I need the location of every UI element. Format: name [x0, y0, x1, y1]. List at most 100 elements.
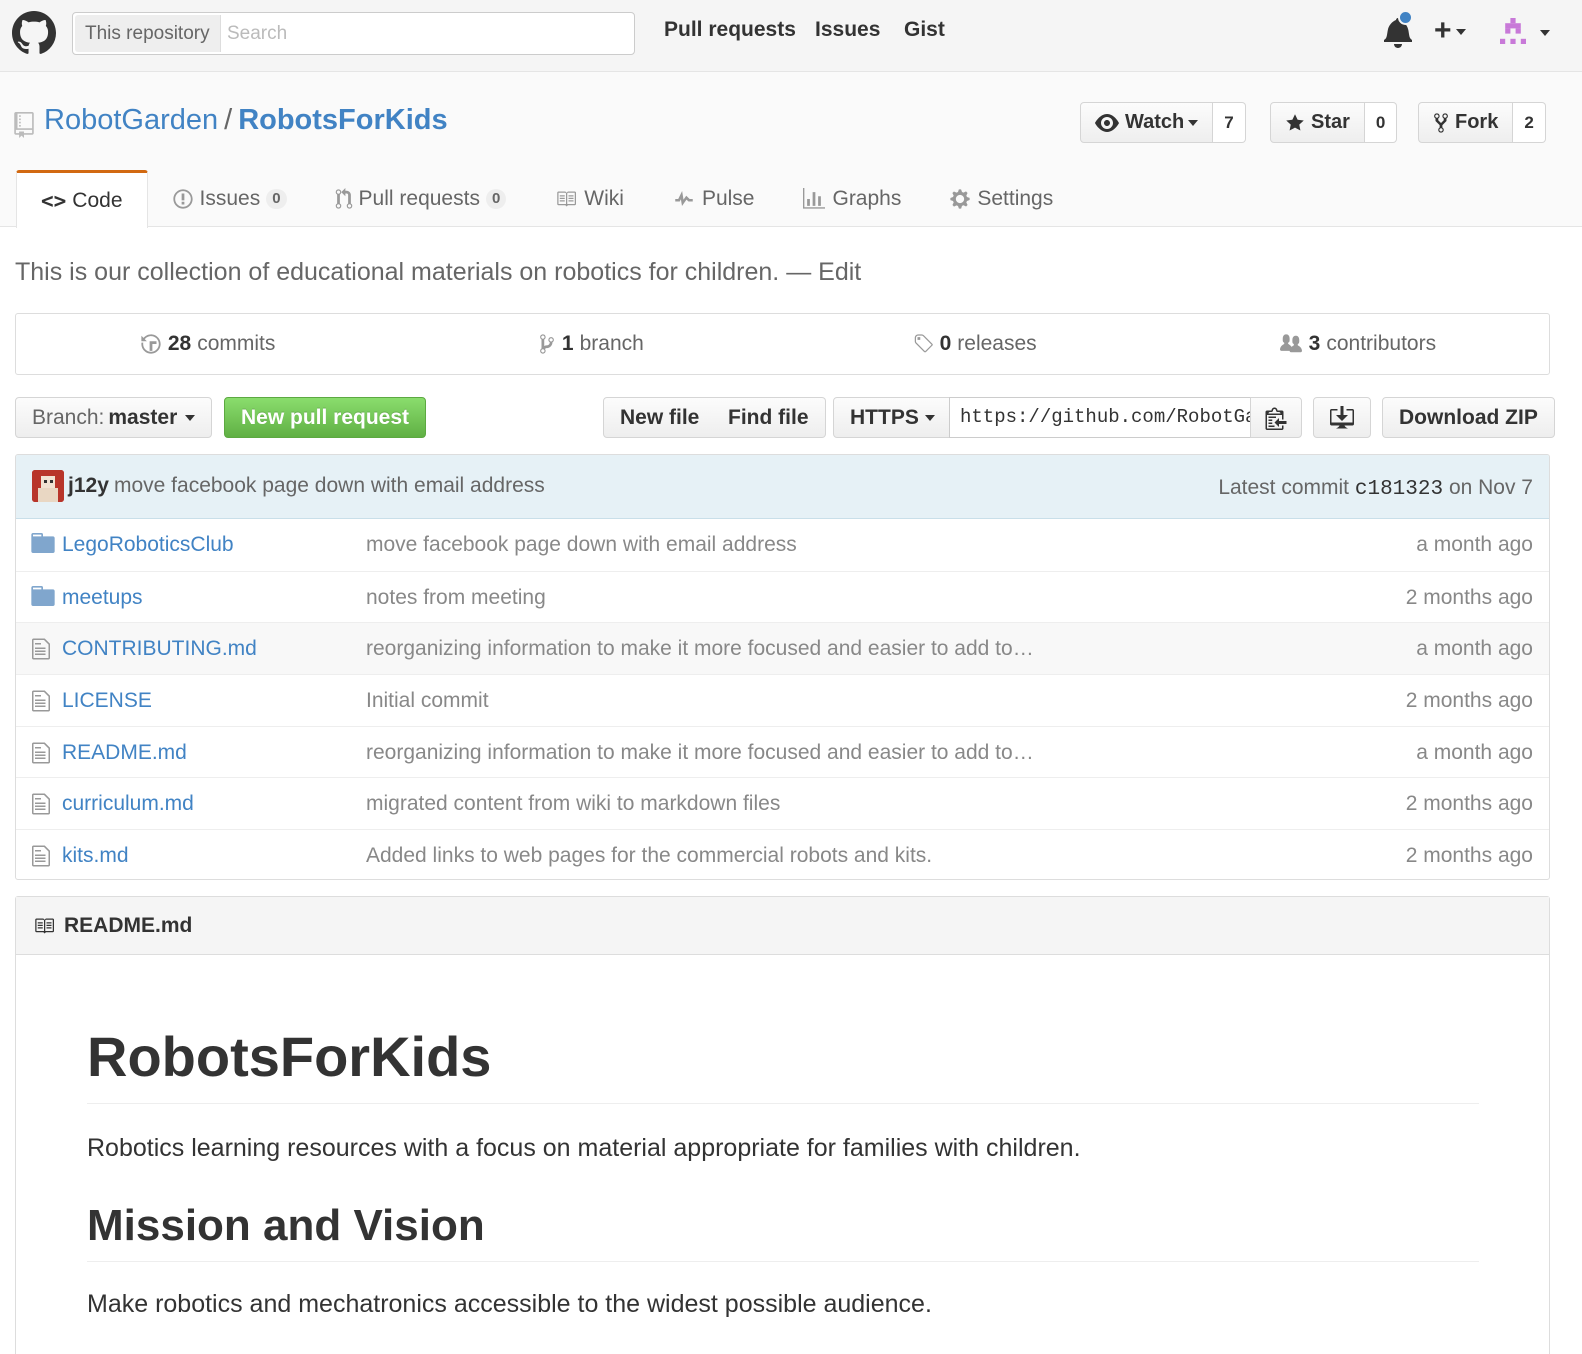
fork-button[interactable]: Fork	[1418, 102, 1514, 143]
readme-mission-text: Make robotics and mechatronics accessibl…	[87, 1290, 932, 1319]
repo-owner-link[interactable]: RobotGarden	[44, 104, 218, 136]
tab-wiki[interactable]: Wiki	[530, 170, 648, 228]
releases-link[interactable]: 0 releases	[783, 314, 1166, 374]
tab-label: Graphs	[832, 187, 902, 210]
file-name-link[interactable]: README.md	[62, 741, 187, 765]
star-group: Star 0	[1270, 102, 1398, 143]
file-name-link[interactable]: meetups	[62, 586, 143, 610]
branch-name: master	[108, 405, 178, 429]
repo-title-separator: /	[224, 104, 233, 136]
tab-pulse[interactable]: Pulse	[648, 170, 779, 228]
commit-author-avatar[interactable]	[32, 470, 64, 502]
file-rows: LegoRoboticsClub move facebook page down…	[16, 519, 1549, 879]
tab-settings[interactable]: Settings	[925, 170, 1077, 228]
clipboard-icon	[1265, 407, 1287, 430]
file-commit-message[interactable]: reorganizing information to make it more…	[366, 637, 1034, 661]
file-text-icon	[32, 793, 50, 815]
file-name-link[interactable]: LICENSE	[62, 689, 152, 713]
commit-date: on Nov 7	[1448, 476, 1533, 499]
file-age: 2 months ago	[1405, 585, 1533, 609]
graph-icon	[803, 188, 826, 209]
readme-intro: Robotics learning resources with a focus…	[87, 1134, 1081, 1163]
commit-sha-link[interactable]: c181323	[1355, 478, 1443, 501]
search-scope-label[interactable]: This repository	[75, 15, 221, 52]
latest-commit-bar: j12y move facebook page down with email …	[16, 455, 1549, 519]
file-name-link[interactable]: CONTRIBUTING.md	[62, 637, 257, 661]
star-count[interactable]: 0	[1364, 102, 1398, 143]
repo-description: This is our collection of educational ma…	[15, 258, 861, 287]
nav-gist[interactable]: Gist	[904, 18, 945, 42]
tab-code[interactable]: <> Code	[16, 170, 148, 228]
contributors-link[interactable]: 3 contributors	[1166, 314, 1549, 374]
code-icon: <>	[41, 188, 67, 213]
commit-author-link[interactable]: j12y	[68, 474, 109, 498]
branch-count: 1	[561, 332, 574, 355]
file-commit-message[interactable]: notes from meeting	[366, 586, 546, 610]
file-text-icon	[32, 690, 50, 712]
tab-pull-requests[interactable]: Pull requests 0	[311, 170, 531, 228]
repo-header: RobotGarden / RobotsForKids Watch 7 Star 0…	[0, 72, 1582, 228]
edit-description-link[interactable]: — Edit	[786, 258, 861, 286]
branches-link[interactable]: 1 branch	[399, 314, 782, 374]
table-row: meetups notes from meeting 2 months ago	[16, 570, 1549, 623]
file-name-link[interactable]: curriculum.md	[62, 792, 194, 816]
fork-count[interactable]: 2	[1513, 102, 1546, 143]
find-file-button[interactable]: Find file	[712, 397, 826, 438]
plus-icon: +	[1434, 14, 1452, 47]
commits-link[interactable]: 28 commits	[16, 314, 399, 374]
fork-icon	[1434, 112, 1448, 133]
file-commit-message[interactable]: Added links to web pages for the commerc…	[366, 844, 932, 868]
repo-name-link[interactable]: RobotsForKids	[238, 104, 447, 136]
file-text-icon	[32, 845, 50, 867]
file-name-link[interactable]: LegoRoboticsClub	[62, 533, 234, 557]
github-logo-icon[interactable]	[12, 11, 56, 55]
table-row: LICENSE Initial commit 2 months ago	[16, 674, 1549, 726]
file-commit-message[interactable]: reorganizing information to make it more…	[366, 741, 1034, 765]
folder-icon	[31, 533, 55, 553]
commit-meta: Latest commit c181323 on Nov 7	[1218, 476, 1533, 501]
branch-select-button[interactable]: Branch: master	[15, 397, 213, 438]
watch-button[interactable]: Watch	[1080, 102, 1214, 143]
clone-protocol-select[interactable]: HTTPS	[833, 397, 952, 438]
open-in-desktop-button[interactable]	[1313, 397, 1371, 438]
clone-url-field[interactable]: https://github.com/RobotGarden/RobotsFor…	[949, 397, 1251, 438]
protocol-label: HTTPS	[850, 405, 919, 429]
copy-to-clipboard-button[interactable]	[1250, 397, 1302, 438]
create-new-menu[interactable]: +	[1434, 14, 1466, 48]
search-input[interactable]	[221, 15, 621, 52]
file-name-link[interactable]: kits.md	[62, 844, 129, 868]
readme-section-heading: Mission and Vision	[87, 1201, 1479, 1263]
commits-count: 28	[167, 332, 192, 355]
user-avatar-menu[interactable]	[1500, 18, 1552, 48]
file-commit-message[interactable]: move facebook page down with email addre…	[366, 533, 797, 557]
download-zip-button[interactable]: Download ZIP	[1382, 397, 1555, 438]
branch-label: branch	[579, 332, 644, 355]
watch-count[interactable]: 7	[1213, 102, 1246, 143]
file-commit-message[interactable]: migrated content from wiki to markdown f…	[366, 792, 780, 816]
eye-icon	[1095, 113, 1119, 132]
file-age: 2 months ago	[1405, 689, 1533, 713]
table-row: LegoRoboticsClub move facebook page down…	[16, 519, 1549, 571]
chevron-down-icon	[1540, 30, 1550, 36]
new-pull-request-button[interactable]: New pull request	[224, 397, 427, 438]
tab-graphs[interactable]: Graphs	[778, 170, 925, 228]
star-button[interactable]: Star	[1270, 102, 1365, 143]
new-file-button[interactable]: New file	[603, 397, 717, 438]
file-commit-message[interactable]: Initial commit	[366, 689, 489, 713]
tab-issues[interactable]: Issues 0	[148, 170, 311, 228]
readme-panel: README.md RobotsForKids Robotics learnin…	[15, 896, 1550, 1354]
latest-commit-prefix: Latest commit	[1218, 476, 1350, 499]
nav-pull-requests[interactable]: Pull requests	[664, 18, 796, 42]
watch-label: Watch	[1125, 111, 1185, 133]
chevron-down-icon	[185, 414, 196, 421]
watch-group: Watch 7	[1080, 102, 1246, 143]
gear-icon	[950, 189, 970, 209]
git-pull-request-icon	[335, 188, 352, 209]
tab-label: Pull requests	[358, 187, 480, 210]
readme-title: RobotsForKids	[87, 1025, 1479, 1105]
commit-message-link[interactable]: move facebook page down with email addre…	[114, 474, 545, 498]
star-label: Star	[1311, 111, 1350, 133]
tab-label: Issues	[199, 187, 261, 210]
nav-issues[interactable]: Issues	[815, 18, 880, 42]
tab-label: Wiki	[584, 187, 624, 210]
